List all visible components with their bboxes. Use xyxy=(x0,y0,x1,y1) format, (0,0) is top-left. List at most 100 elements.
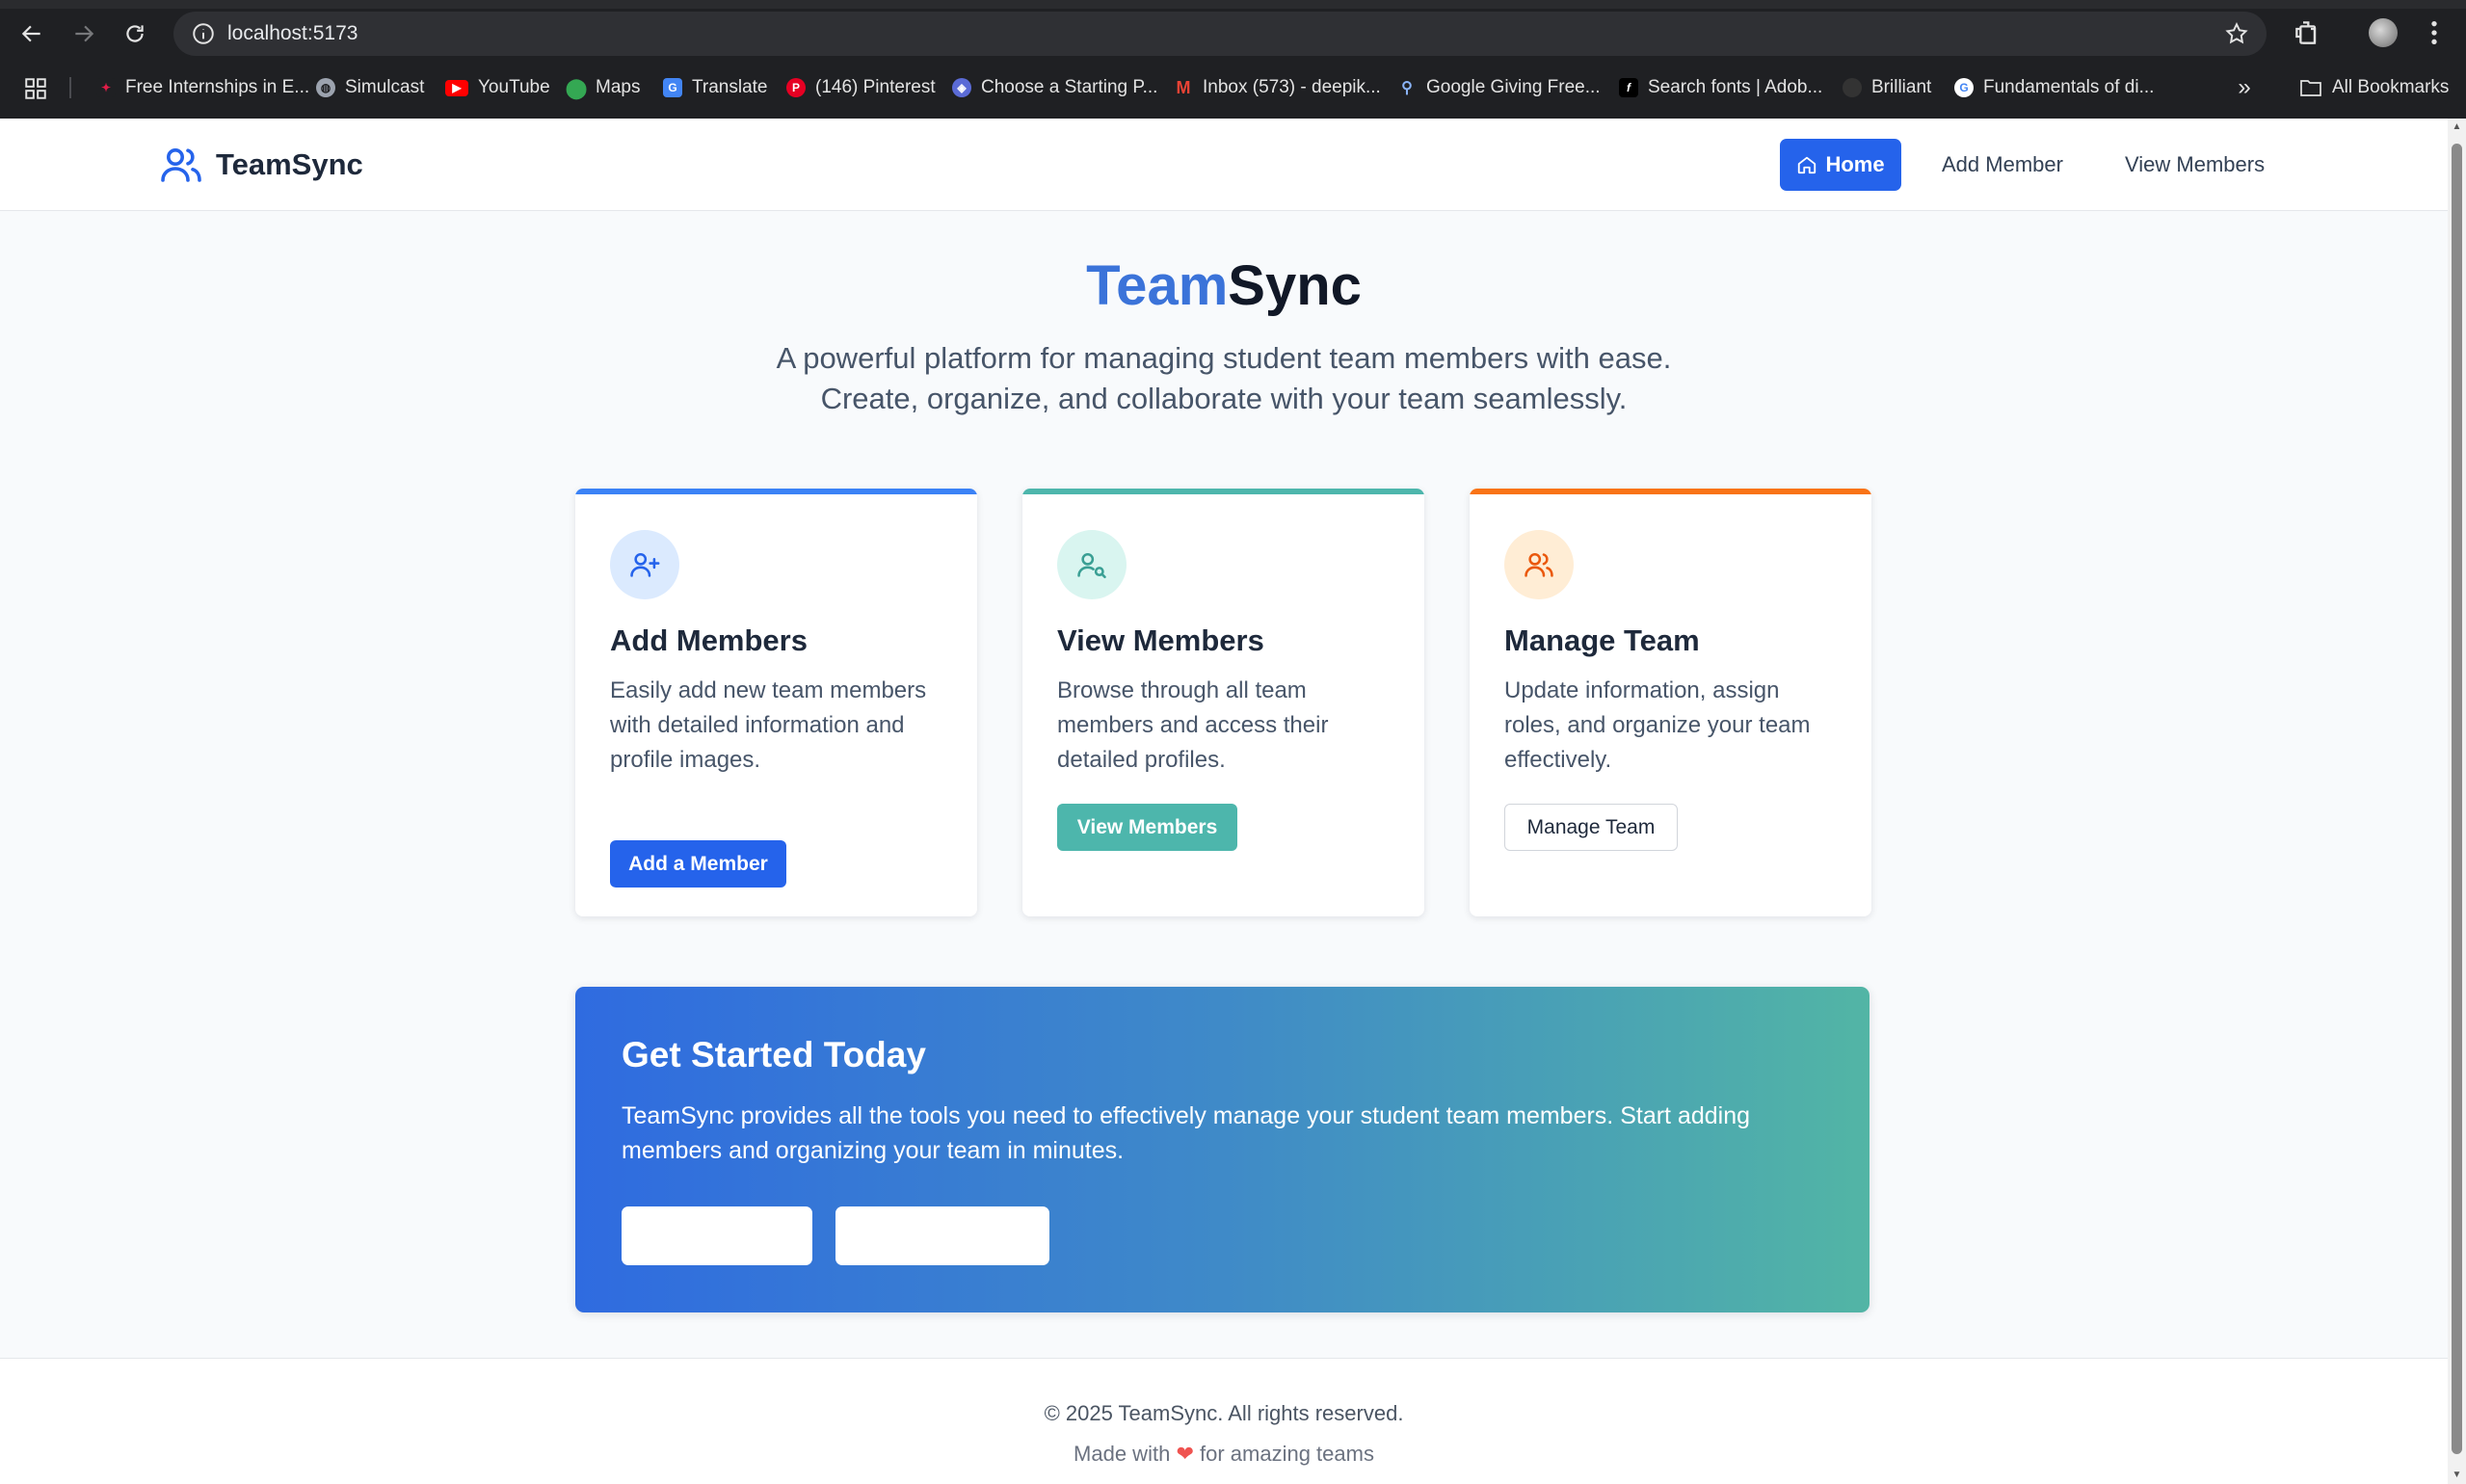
bookmark-item[interactable]: G Fundamentals of di... xyxy=(1954,73,2154,102)
all-bookmarks-label: All Bookmarks xyxy=(2332,77,2450,97)
hero-subtitle-line1: A powerful platform for managing student… xyxy=(776,341,1672,375)
gmail-icon: M xyxy=(1176,77,1191,97)
add-a-member-button[interactable]: Add a Member xyxy=(610,840,786,888)
card-description: Browse through all team members and acce… xyxy=(1057,677,1329,773)
heart-icon: ❤ xyxy=(1176,1442,1194,1466)
card-title: Add Members xyxy=(610,623,808,657)
bookmark-item[interactable]: f Search fonts | Adob... xyxy=(1619,73,1822,102)
brand-logo-link[interactable]: TeamSync xyxy=(158,142,363,188)
bookmark-label: Simulcast xyxy=(345,77,425,97)
bookmark-item[interactable]: Brilliant xyxy=(1843,73,1931,102)
nav-home-label: Home xyxy=(1825,152,1885,176)
brand-name: TeamSync xyxy=(216,147,363,181)
tab-strip xyxy=(0,0,2466,9)
cta-title: Get Started Today xyxy=(622,1035,926,1074)
bookmark-item[interactable]: G Translate xyxy=(663,73,768,102)
page-scrollbar[interactable]: ▲ ▼ xyxy=(2448,119,2466,1484)
bookmark-label: Search fonts | Adob... xyxy=(1648,77,1823,97)
bookmark-label: Choose a Starting P... xyxy=(981,77,1158,97)
hero-subtitle: A powerful platform for managing student… xyxy=(0,338,2448,419)
card-accent-bar xyxy=(575,489,977,494)
card-accent-bar xyxy=(1022,489,1424,494)
card-icon-circle xyxy=(1504,530,1574,599)
bookmark-item[interactable]: P (146) Pinterest xyxy=(786,73,936,102)
card-icon-circle xyxy=(610,530,679,599)
bookmark-item[interactable]: ◈ Choose a Starting P... xyxy=(952,73,1157,102)
view-members-card: View Members Browse through all team mem… xyxy=(1022,489,1424,916)
users-icon xyxy=(1525,552,1553,577)
folder-icon xyxy=(2300,80,2321,96)
bookmark-star-icon[interactable] xyxy=(2224,21,2249,46)
add-members-card: Add Members Easily add new team members … xyxy=(575,489,977,916)
reload-icon xyxy=(126,25,144,42)
bookmark-label: Translate xyxy=(692,77,768,97)
nav-home-button[interactable]: Home xyxy=(1780,139,1901,191)
shield-icon: ◈ xyxy=(952,78,971,97)
scroll-down-arrow-icon[interactable]: ▼ xyxy=(2452,1471,2462,1480)
bookmark-label: Inbox (573) - deepik... xyxy=(1203,77,1381,97)
site-info-icon[interactable] xyxy=(191,21,216,46)
bookmarks-separator xyxy=(69,77,71,98)
cta-primary-button[interactable] xyxy=(622,1206,812,1265)
nav-view-members-link[interactable]: View Members xyxy=(2125,139,2265,191)
pinterest-icon: P xyxy=(786,78,806,97)
bookmark-label: Brilliant xyxy=(1871,77,1932,97)
bookmark-item[interactable]: ◍ Simulcast xyxy=(316,73,424,102)
address-bar[interactable]: localhost:5173 xyxy=(173,12,2267,56)
nav-add-member-link[interactable]: Add Member xyxy=(1942,139,2063,191)
made-for-text: for amazing teams xyxy=(1200,1442,1374,1466)
hero-title-accent: Team xyxy=(1086,254,1229,317)
bookmark-label: Google Giving Free... xyxy=(1426,77,1601,97)
arrow-right-icon xyxy=(75,25,94,42)
hero-title: TeamSync xyxy=(0,253,2448,318)
hero-title-rest: Sync xyxy=(1228,254,1362,317)
manage-team-card: Manage Team Update information, assign r… xyxy=(1470,489,1871,916)
footer-made-with: Made with ❤ for amazing teams xyxy=(0,1442,2448,1467)
home-icon xyxy=(1798,156,1816,174)
globe-icon: ◍ xyxy=(316,78,335,97)
scroll-up-arrow-icon[interactable]: ▲ xyxy=(2452,122,2462,132)
brilliant-icon xyxy=(1843,78,1862,97)
bookmark-item[interactable]: ⬤ Maps xyxy=(566,73,641,102)
manage-team-button[interactable]: Manage Team xyxy=(1504,804,1678,851)
arrow-left-icon xyxy=(21,25,40,42)
card-title: Manage Team xyxy=(1504,623,1700,657)
bookmark-item[interactable]: M Inbox (573) - deepik... xyxy=(1174,73,1381,102)
apps-grid-icon[interactable] xyxy=(23,76,48,101)
cta-secondary-button[interactable] xyxy=(835,1206,1049,1265)
bookmark-label: Maps xyxy=(596,77,641,97)
all-bookmarks-button[interactable]: All Bookmarks xyxy=(2299,73,2449,102)
bookmark-item[interactable]: ⚲ Google Giving Free... xyxy=(1397,73,1601,102)
bookmarks-overflow-icon[interactable]: » xyxy=(2232,75,2257,100)
sparkle-icon: ✦ xyxy=(96,78,116,97)
forward-button[interactable] xyxy=(66,16,101,51)
browser-chrome: localhost:5173 ✦ Free Internships in E...… xyxy=(0,0,2466,119)
bookmarks-bar: ✦ Free Internships in E... ◍ Simulcast ▶ Yo… xyxy=(0,67,2466,108)
scrollbar-thumb[interactable] xyxy=(2452,144,2462,1454)
profile-avatar[interactable] xyxy=(2369,18,2398,47)
bookmark-label: (146) Pinterest xyxy=(815,77,936,97)
back-button[interactable] xyxy=(14,16,49,51)
bookmark-label: Free Internships in E... xyxy=(125,77,310,97)
made-with-text: Made with xyxy=(1074,1442,1171,1466)
card-icon-circle xyxy=(1057,530,1127,599)
card-description: Update information, assign roles, and or… xyxy=(1504,677,1811,773)
bookmark-label: Fundamentals of di... xyxy=(1983,77,2155,97)
card-description: Easily add new team members with detaile… xyxy=(610,677,927,773)
extensions-icon[interactable] xyxy=(2292,17,2322,48)
url-text: localhost:5173 xyxy=(227,22,358,44)
google-icon: G xyxy=(1954,78,1974,97)
site-header: TeamSync Home Add Member View Members xyxy=(0,119,2448,211)
user-plus-icon xyxy=(630,552,660,577)
reload-button[interactable] xyxy=(118,16,152,51)
font-f-icon: f xyxy=(1619,78,1638,97)
menu-kebab-icon[interactable] xyxy=(2425,17,2444,48)
bookmark-item[interactable]: ✦ Free Internships in E... xyxy=(96,73,309,102)
view-members-button[interactable]: View Members xyxy=(1057,804,1237,851)
google-search-icon: ⚲ xyxy=(1401,80,1413,96)
card-title: View Members xyxy=(1057,623,1264,657)
users-logo-icon xyxy=(161,148,201,182)
site-footer: © 2025 TeamSync. All rights reserved. Ma… xyxy=(0,1358,2448,1484)
bookmark-item[interactable]: ▶ YouTube xyxy=(445,73,550,102)
get-started-banner: Get Started Today TeamSync provides all … xyxy=(575,987,1869,1312)
